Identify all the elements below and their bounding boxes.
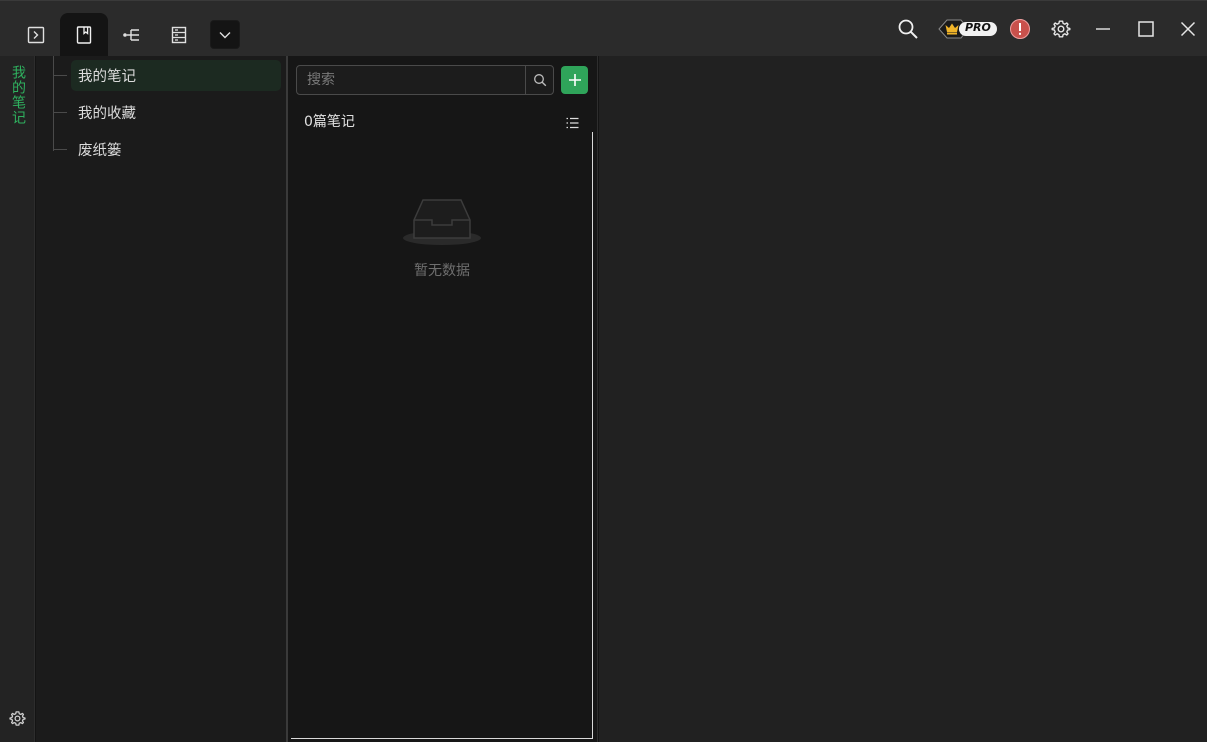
list-view-button[interactable] <box>566 114 579 133</box>
editor-area <box>599 56 1207 742</box>
tab-terminal[interactable] <box>12 13 60 57</box>
tree-branch-line <box>54 149 67 150</box>
server-rack-icon <box>171 26 187 44</box>
gear-icon <box>9 711 26 726</box>
title-bar: PRO <box>0 0 1207 57</box>
minimize-button[interactable] <box>1093 14 1113 44</box>
search-icon <box>898 19 918 39</box>
tab-tree[interactable] <box>108 13 156 57</box>
chevron-down-icon <box>219 31 231 38</box>
add-note-button[interactable] <box>561 66 588 94</box>
tab-storage[interactable] <box>155 13 203 57</box>
alert-button[interactable] <box>1008 14 1032 44</box>
list-view-icon <box>566 117 579 129</box>
tree-trunk-line <box>53 56 54 151</box>
search-input[interactable] <box>297 66 525 94</box>
tree-item-trash[interactable]: 废纸篓 <box>54 134 281 165</box>
empty-state-text: 暂无数据 <box>414 263 470 279</box>
note-list-panel: 0篇笔记 暂无数据 <box>288 56 598 742</box>
search-icon <box>533 74 546 87</box>
terminal-box-icon <box>27 26 45 44</box>
tree-structure-icon <box>123 29 139 41</box>
maximize-icon <box>1138 21 1154 37</box>
tree-item-favorites[interactable]: 我的收藏 <box>54 97 281 128</box>
pro-badge-label: PRO <box>965 21 991 34</box>
tree-item-my-notes[interactable]: 我的笔记 <box>54 60 281 91</box>
minimize-icon <box>1096 28 1110 30</box>
global-search-button[interactable] <box>896 14 920 44</box>
activity-settings-button[interactable] <box>9 710 26 731</box>
maximize-button[interactable] <box>1136 14 1156 44</box>
tree-item-label: 我的收藏 <box>78 106 136 122</box>
alert-icon <box>1010 19 1030 39</box>
pro-badge-button[interactable]: PRO <box>937 17 999 41</box>
empty-inbox-icon <box>402 196 482 252</box>
tree-branch-line <box>54 75 67 76</box>
activity-bar: 我的笔记 <box>0 56 35 742</box>
search-box <box>296 65 554 95</box>
close-button[interactable] <box>1178 14 1198 44</box>
tabs-dropdown-button[interactable] <box>210 20 240 49</box>
settings-button[interactable] <box>1050 14 1072 44</box>
tree-branch-line <box>54 112 67 113</box>
tree-item-label: 我的笔记 <box>78 69 136 85</box>
activity-notes-label[interactable]: 我的笔记 <box>8 65 28 125</box>
tree-item-label: 废纸篓 <box>78 143 122 159</box>
close-icon <box>1180 21 1196 37</box>
note-count-label: 0篇笔记 <box>304 114 355 130</box>
notebook-icon <box>76 26 92 44</box>
plus-icon <box>568 74 581 86</box>
tab-notes[interactable] <box>60 13 108 57</box>
gear-icon <box>1051 20 1071 38</box>
search-submit-button[interactable] <box>525 66 553 94</box>
folder-tree: 我的笔记 我的收藏 废纸篓 <box>36 56 286 742</box>
